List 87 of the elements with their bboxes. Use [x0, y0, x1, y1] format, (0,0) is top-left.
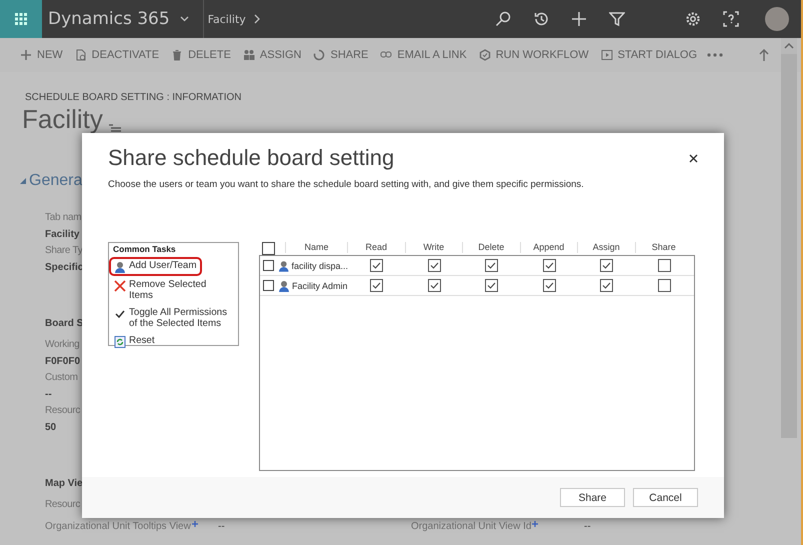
field-label: Resourc — [45, 498, 80, 512]
field-value: -- — [45, 388, 52, 402]
dialog-description: Choose the users or team you want to share the schedule board setting with, and give them specific permissions. — [108, 179, 585, 190]
checkmark-icon — [601, 280, 612, 291]
checkmark-icon — [544, 260, 555, 271]
field-value: 50 — [45, 421, 56, 435]
scrollbar[interactable] — [781, 38, 797, 438]
checkmark-icon — [428, 280, 440, 291]
user-icon — [278, 280, 290, 292]
permission-checkbox[interactable] — [600, 279, 614, 292]
field-label: Tab nam — [45, 211, 82, 225]
field-value: -- — [218, 521, 225, 532]
permission-checkbox[interactable] — [600, 259, 614, 272]
user-name: facility dispa... — [291, 260, 348, 270]
checkmark-icon — [601, 260, 612, 271]
permission-checkbox[interactable] — [428, 259, 441, 272]
user-icon — [278, 260, 290, 272]
checkmark-icon — [114, 308, 126, 320]
add-user-icon — [114, 261, 126, 273]
field-label: Custom — [45, 371, 78, 385]
column-header[interactable]: Name — [285, 242, 347, 253]
field-value: Facility — [45, 228, 80, 242]
column-header[interactable]: Share — [634, 242, 692, 253]
permission-checkbox[interactable] — [658, 259, 671, 272]
chevron-down-icon — [180, 16, 189, 22]
permission-checkbox[interactable] — [485, 259, 498, 272]
help-icon[interactable] — [723, 11, 739, 27]
row-checkbox[interactable] — [263, 280, 274, 291]
filter-icon[interactable] — [609, 11, 625, 27]
field-label: Working — [45, 338, 80, 352]
chevron-up-icon[interactable] — [781, 38, 797, 54]
checkmark-icon — [486, 280, 498, 291]
breadcrumb-link[interactable]: Facility — [208, 12, 246, 26]
grid-icon — [15, 13, 27, 25]
task-link[interactable]: Reset — [109, 332, 234, 351]
select-all-checkbox[interactable] — [262, 242, 275, 255]
user-name: Facility Admin — [292, 280, 348, 290]
dialog-button[interactable]: Cancel — [633, 488, 698, 507]
dialog-button[interactable]: Share — [560, 488, 625, 507]
record-title: Facility — [22, 104, 103, 134]
row-checkbox[interactable] — [263, 260, 274, 271]
cross-icon — [114, 280, 126, 292]
task-link[interactable]: Remove Selected Items — [109, 276, 234, 304]
field-label: Resourc — [45, 404, 80, 418]
reset-icon — [114, 336, 126, 348]
triangle-icon — [20, 178, 26, 184]
record-type: SCHEDULE BOARD SETTING : INFORMATION — [25, 92, 242, 103]
settings-icon[interactable] — [685, 11, 701, 27]
field-label: Organizational Unit Tooltips View — [45, 521, 198, 532]
plus-icon[interactable] — [571, 11, 587, 27]
arrow-up-icon[interactable] — [759, 49, 769, 61]
checkmark-icon — [486, 260, 498, 271]
history-icon[interactable] — [533, 11, 549, 27]
checkmark-icon — [371, 260, 382, 271]
apps-grid-icon[interactable] — [0, 0, 42, 38]
column-header[interactable]: Write — [404, 242, 462, 253]
permission-checkbox[interactable] — [542, 279, 556, 292]
section-title: Map Vie — [45, 478, 83, 489]
plus-icon — [532, 521, 538, 527]
search-icon[interactable] — [495, 11, 511, 27]
dialog-title: Share schedule board setting — [108, 145, 394, 171]
task-link[interactable]: Add User/Team — [109, 257, 202, 276]
field-value: Specific — [45, 261, 84, 275]
panel-title: Common Tasks — [113, 244, 177, 254]
field-label: Share Ty — [45, 244, 82, 258]
permission-checkbox[interactable] — [485, 279, 498, 292]
checkmark-icon — [428, 260, 440, 271]
delete-icon — [171, 49, 184, 61]
column-header[interactable]: Append — [520, 242, 577, 253]
avatar[interactable] — [765, 7, 789, 31]
plus-icon — [192, 521, 198, 527]
checkmark-icon — [371, 280, 382, 291]
permission-checkbox[interactable] — [428, 279, 441, 292]
task-link[interactable]: Toggle All Permissions of the Selected Items — [109, 304, 234, 332]
column-header[interactable]: Assign — [577, 242, 634, 253]
permission-checkbox[interactable] — [658, 279, 671, 292]
permission-checkbox[interactable] — [370, 259, 384, 272]
column-header[interactable]: Read — [347, 242, 404, 253]
permission-checkbox[interactable] — [370, 279, 384, 292]
more-icon[interactable] — [707, 53, 724, 57]
column-header[interactable]: Delete — [462, 242, 520, 253]
checkmark-icon — [544, 280, 555, 291]
field-label: Organizational Unit View Id — [411, 521, 538, 532]
chevron-right-icon[interactable] — [254, 14, 260, 24]
field-value: F0F0F0 — [45, 355, 80, 369]
field-value: -- — [584, 521, 591, 532]
permission-checkbox[interactable] — [542, 259, 556, 272]
